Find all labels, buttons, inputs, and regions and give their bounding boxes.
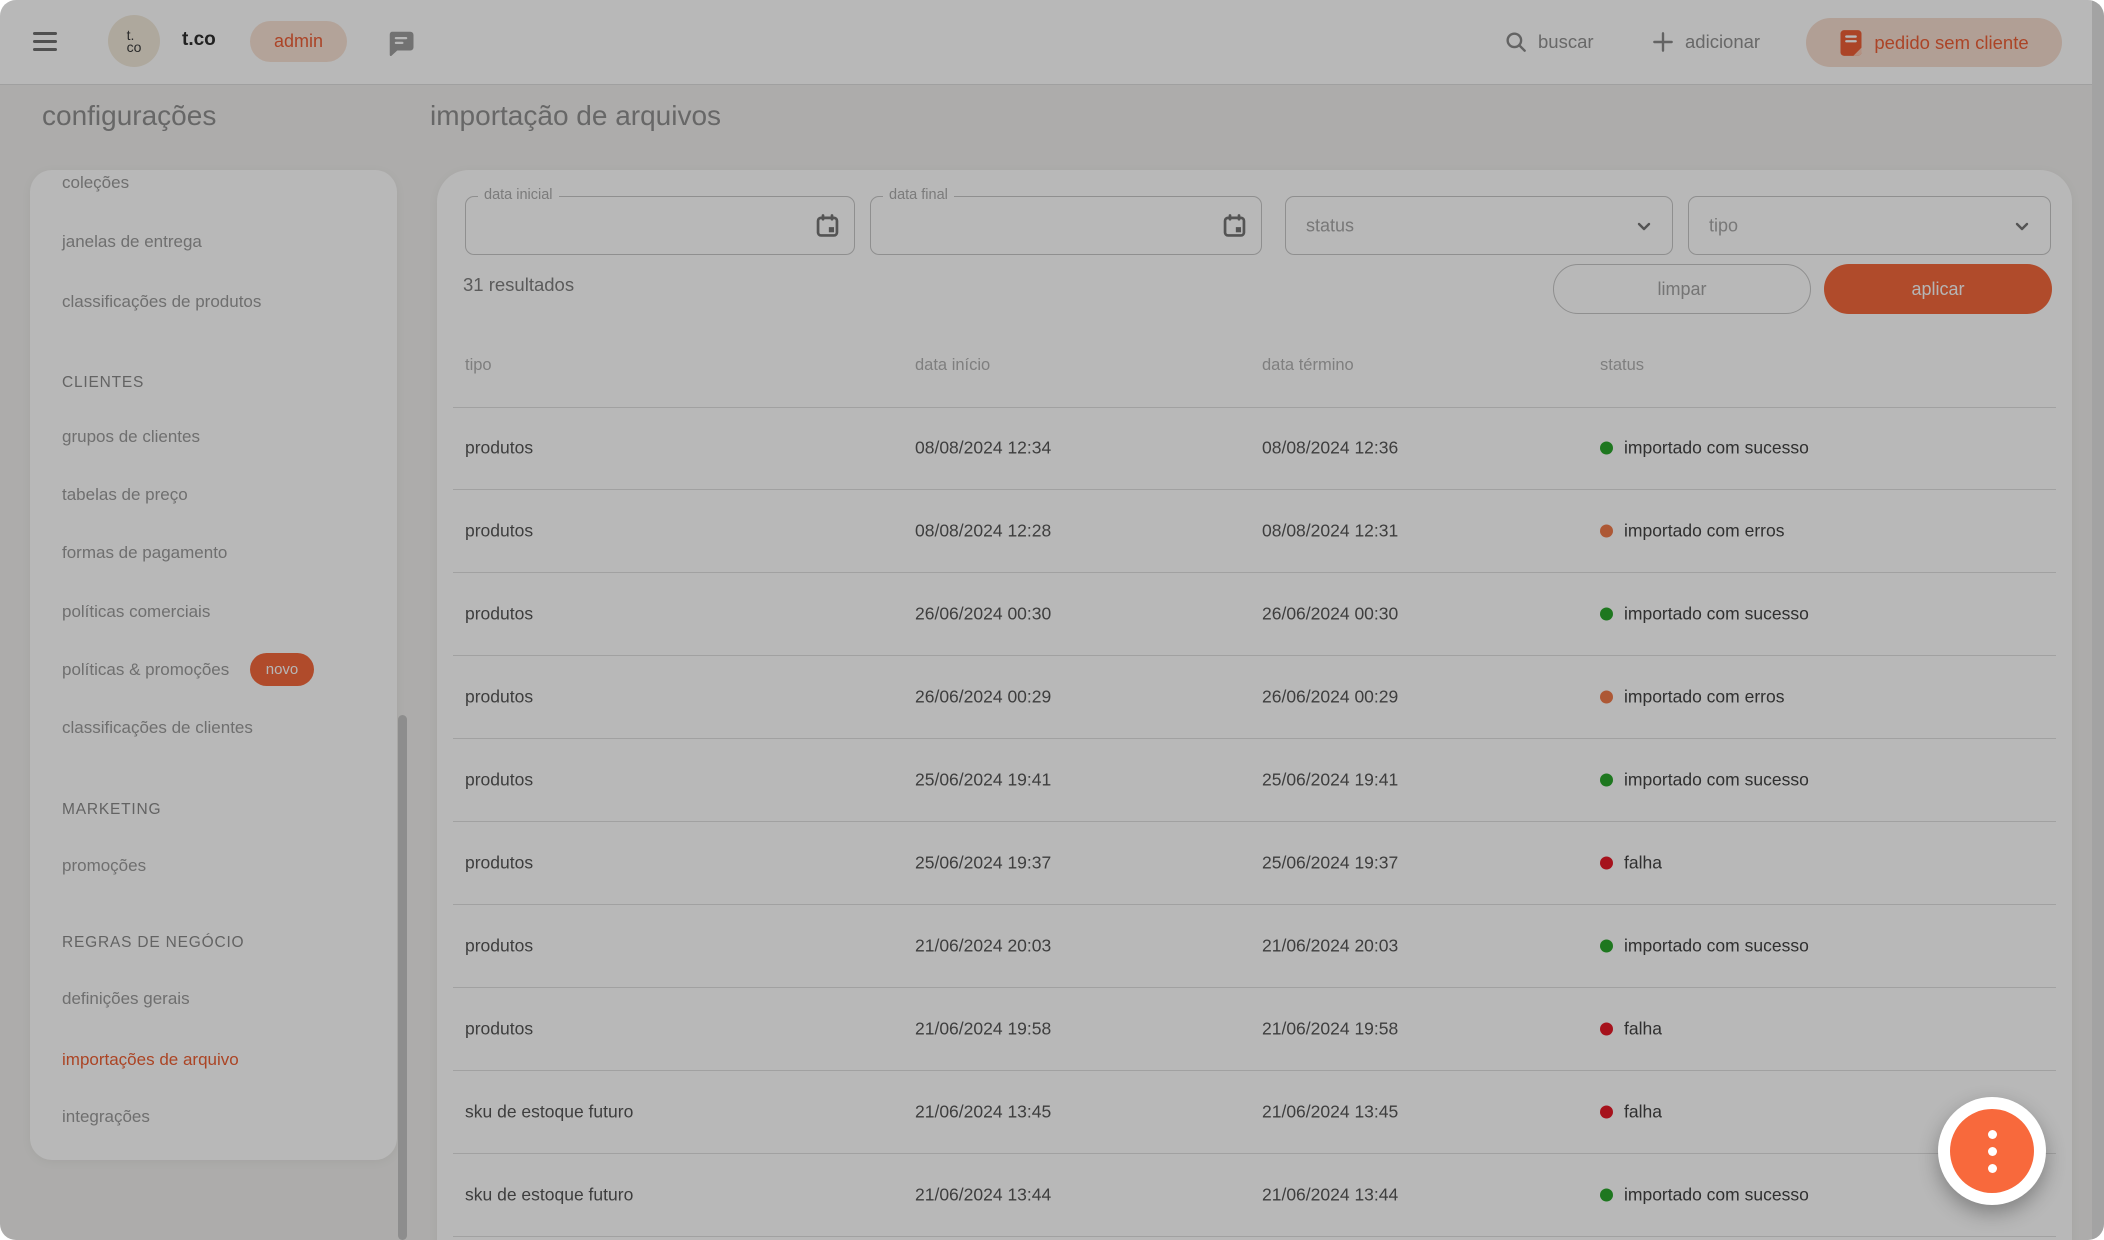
fab-halo bbox=[1938, 1097, 2046, 1205]
app-screen: t.co t.co admin buscar adicionar pedido … bbox=[0, 0, 2104, 1240]
fab-more-button[interactable] bbox=[1950, 1109, 2034, 1193]
dim-overlay[interactable] bbox=[0, 0, 2104, 1240]
more-vertical-icon bbox=[1988, 1130, 1997, 1139]
